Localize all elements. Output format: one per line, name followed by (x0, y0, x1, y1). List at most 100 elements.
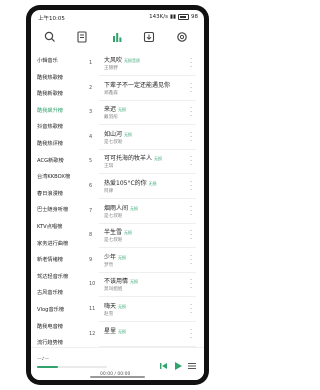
sidebar-item[interactable]: 流行趋势榜 (37, 339, 63, 346)
song-title: 可可托海的牧羊人 无损 (104, 153, 162, 162)
song-row[interactable]: 8 半生雪 无损 是七叔呢 · · · (85, 224, 204, 249)
more-options-icon[interactable]: · · · (190, 81, 192, 95)
more-options-icon[interactable]: · · · (190, 229, 192, 243)
sidebar-item[interactable]: 酷我新歌榜 (37, 90, 63, 97)
settings-icon[interactable] (175, 30, 189, 44)
sidebar-item[interactable]: 春日浪漫榜 (37, 190, 63, 197)
sidebar-item[interactable]: ACG新歌榜 (37, 157, 64, 164)
quality-badge: 无损音质 (124, 58, 141, 63)
song-title: 星里 无损 (104, 326, 126, 335)
battery-level: 98 (191, 14, 198, 20)
chart-icon[interactable] (110, 30, 124, 44)
song-row[interactable]: 4 如山河 无损 是七叔呢 · · · (85, 126, 204, 150)
quality-badge: 无损 (124, 230, 133, 236)
song-title-text: 热爱105°C的你 (104, 180, 147, 187)
song-artist: 是七叔呢 (104, 213, 123, 219)
sidebar-item[interactable]: 酷我热歌榜 (37, 74, 63, 81)
song-rank: 9 (89, 256, 93, 263)
song-rank: 4 (89, 133, 93, 140)
song-title: 来迟 无损 (104, 104, 126, 113)
sidebar-item[interactable]: KTV点唱榜 (37, 223, 62, 230)
song-title-text: 下辈子不一定还能遇见你 (104, 81, 171, 89)
song-title-text: 半生雪 (104, 229, 123, 237)
sidebar-item[interactable]: 酷我电音榜 (37, 323, 63, 330)
song-row[interactable]: 10 不该用情 无损 莫叫姐姐 · · · (85, 273, 204, 298)
song-artist: 梦然 (104, 262, 114, 268)
song-title: 少年 无损 (104, 252, 126, 261)
more-options-icon[interactable]: · · · (190, 303, 192, 317)
song-row[interactable]: 5 可可托海的牧羊人 无损 王琪 · · · (85, 150, 204, 175)
more-options-icon[interactable]: · · · (190, 180, 192, 194)
status-time: 上午10:05 (38, 16, 65, 22)
song-artist: 莫叫姐姐 (104, 287, 123, 293)
sidebar-item[interactable]: 抖音热歌榜 (37, 123, 63, 130)
playlist-icon[interactable] (75, 30, 89, 44)
sidebar-item[interactable]: 新老情绪榜 (37, 256, 63, 263)
sidebar-item[interactable]: 驾达轻音乐榜 (37, 273, 68, 280)
quality-badge: 无损 (130, 279, 139, 285)
lyric-line: —♪— (37, 357, 50, 362)
song-rank: 2 (89, 84, 93, 91)
sidebar-item[interactable]: 家务进行曲榜 (37, 240, 68, 247)
search-icon[interactable] (43, 30, 57, 44)
battery-icon (178, 14, 189, 20)
more-options-icon[interactable]: · · · (190, 278, 192, 292)
more-options-icon[interactable]: · · · (190, 253, 192, 267)
song-artist: 郑鑫森 (104, 90, 118, 96)
song-rank: 11 (89, 306, 96, 312)
song-rank: 1 (89, 60, 93, 66)
song-rank: 3 (89, 109, 93, 116)
song-title-text: 少年 (104, 253, 117, 261)
song-artist: 是七叔呢 (104, 139, 123, 145)
song-title-text: 可可托海的牧羊人 (104, 155, 153, 163)
song-row[interactable]: 1 大风吹 无损音质王赫野 · · · (85, 52, 204, 76)
song-list: 1 大风吹 无损音质 王赫野 · · · 2 下辈子不一定还能遇见你 郑鑫森 · · · 3 来迟 无损 戴羽彤… (85, 52, 204, 352)
sidebar-item[interactable]: 台湾KKBOX榜 (37, 173, 70, 180)
song-title-text: 大风吹 (104, 57, 123, 64)
song-artist: 王赫野 (104, 66, 118, 71)
status-right: 143K/s ▮▮ 98 (149, 14, 198, 20)
song-rank: 7 (89, 207, 93, 214)
song-artist: 是七叔呢 (104, 238, 123, 244)
sidebar-item[interactable]: 古风音乐榜 (37, 289, 63, 296)
progress-bar[interactable] (37, 366, 107, 368)
more-options-icon[interactable]: · · · (190, 155, 192, 169)
playlist-queue-icon[interactable] (186, 360, 198, 372)
song-title-text: 如山河 (104, 130, 123, 138)
sidebar-item[interactable]: 小辑音乐 (37, 57, 58, 64)
more-options-icon[interactable]: · · · (190, 106, 192, 120)
more-options-icon[interactable]: · · · (190, 130, 192, 144)
song-row[interactable]: 6 热爱105°C的你 无损 阿肆 · · · (85, 175, 204, 199)
song-title: 半生雪 无损 (104, 227, 132, 236)
app-screen: 上午10:05 143K/s ▮▮ 98 小辑音乐 酷我热歌榜 酷我新歌榜 酷我… (31, 10, 204, 380)
song-title-text: 来迟 (104, 106, 117, 114)
more-options-icon[interactable]: · · · (190, 57, 192, 71)
previous-icon[interactable] (158, 360, 170, 372)
song-artist: 王琪 (104, 164, 114, 170)
sidebar-item[interactable]: 酷我热评榜 (37, 140, 63, 147)
home-indicator (90, 376, 145, 378)
song-row[interactable]: 2 下辈子不一定还能遇见你 郑鑫森 · · · (85, 77, 204, 101)
song-title: 如山河 无损 (104, 129, 132, 138)
sidebar-item[interactable]: Vlog音乐榜 (37, 306, 64, 313)
song-rank: 8 (89, 232, 93, 239)
song-row[interactable]: 3 来迟 无损 戴羽彤 · · · (85, 101, 204, 126)
sidebar-item[interactable]: 巴士随身听榜 (37, 206, 68, 213)
more-options-icon[interactable]: · · · (190, 204, 192, 218)
song-artist: 阿肆 (104, 189, 114, 194)
more-options-icon[interactable]: · · · (190, 327, 192, 341)
quality-badge: 无损 (154, 156, 163, 162)
sidebar-item[interactable]: 酷我飙升榜 (37, 107, 63, 114)
song-row[interactable]: 7 烟雨人间 无损 是七叔呢 · · · (85, 200, 204, 224)
status-bar: 上午10:05 143K/s ▮▮ 98 (31, 10, 204, 24)
play-icon[interactable] (172, 360, 184, 372)
song-title-text: 星里 (104, 327, 117, 335)
signal-icon: ▮▮ (169, 14, 176, 20)
song-title: 大风吹 无损音质 (104, 55, 140, 64)
song-title: 下辈子不一定还能遇见你 (104, 80, 172, 89)
song-row[interactable]: 12 星里 无损 · · · (85, 323, 204, 347)
network-speed: 143K/s (149, 14, 168, 20)
song-row[interactable]: 11 嗨天 无损 赵雪 · · · (85, 298, 204, 322)
song-row[interactable]: 9 少年 无损 梦然 · · · (85, 249, 204, 273)
download-icon[interactable] (142, 30, 156, 44)
